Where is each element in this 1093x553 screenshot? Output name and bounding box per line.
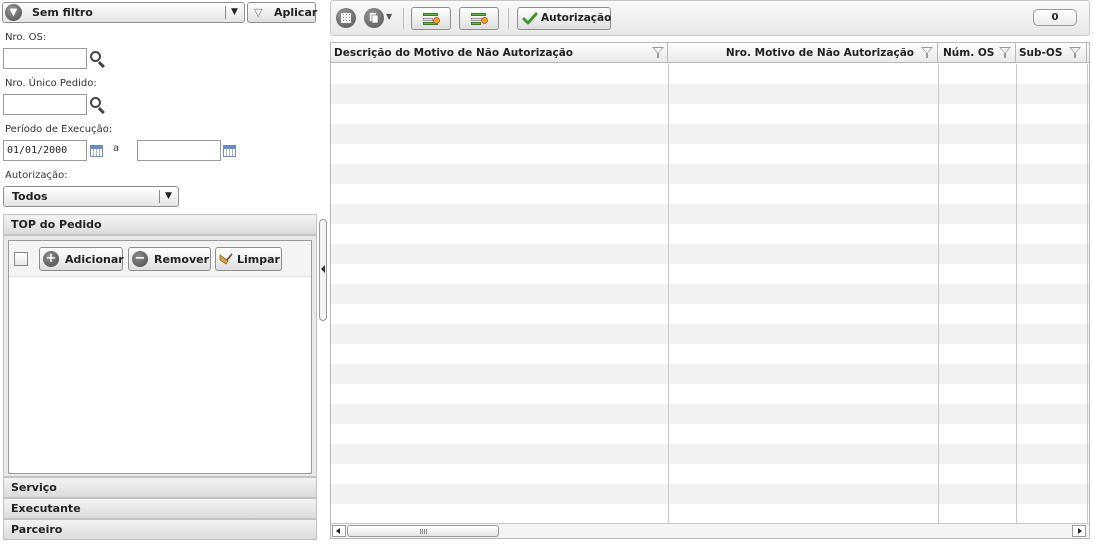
periodo-separator: a — [113, 143, 120, 154]
column-header-label: Nro. Motivo de Não Autorização — [725, 47, 914, 59]
column-filter-icon[interactable] — [652, 47, 664, 59]
column-header-descricao[interactable]: Descrição do Motivo de Não Autorização — [331, 43, 668, 63]
scroll-left-arrow[interactable] — [332, 525, 346, 537]
autorizacao-button[interactable]: Autorização — [517, 7, 611, 30]
add-button[interactable]: + Adicionar — [39, 247, 124, 271]
columns-config-button[interactable] — [411, 7, 451, 30]
select-divider — [225, 6, 226, 19]
column-header-label: Núm. OS — [943, 47, 995, 59]
grid-body — [331, 64, 1089, 524]
data-grid: Descrição do Motivo de Não Autorização N… — [330, 42, 1090, 539]
filter-funnel-icon: ▼ — [5, 4, 22, 21]
search-icon[interactable] — [89, 96, 107, 115]
select-divider — [159, 190, 160, 203]
collapse-left-icon — [321, 265, 325, 273]
toolbar-divider — [508, 8, 509, 29]
section-parceiro[interactable]: Parceiro — [3, 519, 317, 540]
toolbar-divider — [403, 8, 404, 29]
copy-icon[interactable] — [364, 8, 384, 28]
main-toolbar: ▼ Autorização 0 — [330, 0, 1090, 36]
section-servico[interactable]: Serviço — [3, 477, 317, 498]
layout-config-icon — [471, 13, 488, 25]
funnel-icon: ▽ — [254, 6, 263, 19]
column-header-label: Descrição do Motivo de Não Autorização — [334, 47, 574, 59]
apply-filter-button[interactable]: ▽ Aplicar — [247, 2, 318, 23]
broom-icon — [219, 252, 233, 266]
filter-select[interactable]: ▼ Sem filtro ▼ — [2, 2, 245, 23]
scrollbar-thumb[interactable] — [347, 525, 499, 537]
column-header-nro-motivo[interactable]: Nro. Motivo de Não Autorização — [668, 43, 938, 63]
column-divider — [938, 64, 939, 524]
column-filter-icon[interactable] — [1069, 47, 1081, 59]
horizontal-scrollbar[interactable] — [331, 523, 1089, 538]
plus-icon: + — [43, 251, 59, 267]
record-count-badge: 0 — [1033, 9, 1077, 26]
add-button-label: Adicionar — [65, 253, 124, 266]
calendar-icon[interactable] — [223, 145, 236, 157]
top-pedido-panel: + Adicionar − Remover Limpar — [3, 235, 317, 477]
search-icon[interactable] — [89, 50, 107, 69]
select-all-checkbox[interactable] — [14, 252, 28, 266]
grid-view-icon[interactable] — [336, 8, 356, 28]
layout-config-button[interactable] — [459, 7, 499, 30]
autorizacao-select-value: Todos — [12, 190, 48, 203]
check-icon — [522, 11, 538, 27]
nro-os-label: Nro. OS: — [5, 32, 47, 43]
scroll-right-arrow[interactable] — [1072, 525, 1086, 537]
nro-pedido-label: Nro. Único Pedido: — [5, 78, 97, 89]
periodo-fim-input[interactable] — [137, 140, 221, 161]
autorizacao-button-label: Autorização — [541, 12, 612, 24]
periodo-inicio-input[interactable]: 01/01/2000 — [3, 140, 87, 161]
column-divider — [668, 64, 669, 524]
column-header-sub-os[interactable]: Sub-OS — [1016, 43, 1087, 63]
calendar-icon[interactable] — [90, 145, 103, 157]
column-header-label: Sub-OS — [1019, 47, 1063, 59]
column-divider — [1016, 64, 1017, 524]
minus-icon: − — [132, 251, 148, 267]
grid-header: Descrição do Motivo de Não Autorização N… — [331, 43, 1089, 63]
nro-os-input[interactable] — [3, 48, 87, 69]
remove-button-label: Remover — [154, 253, 210, 266]
column-header-num-os[interactable]: Núm. OS — [938, 43, 1016, 63]
apply-filter-label: Aplicar — [274, 6, 318, 19]
chevron-down-icon: ▼ — [231, 7, 238, 17]
chevron-down-icon[interactable]: ▼ — [386, 12, 392, 21]
column-filter-icon[interactable] — [921, 47, 933, 59]
remove-button[interactable]: − Remover — [128, 247, 211, 271]
column-divider — [1087, 64, 1088, 524]
top-pedido-header[interactable]: TOP do Pedido — [3, 214, 317, 235]
column-config-icon — [423, 13, 440, 25]
top-pedido-list: + Adicionar − Remover Limpar — [8, 240, 312, 474]
nro-pedido-input[interactable] — [3, 94, 87, 115]
filter-select-value: Sem filtro — [32, 6, 93, 19]
panel-splitter[interactable] — [319, 219, 327, 321]
column-filter-icon[interactable] — [999, 47, 1011, 59]
clear-button-label: Limpar — [237, 253, 280, 266]
autorizacao-select[interactable]: Todos ▼ — [3, 186, 179, 207]
section-executante[interactable]: Executante — [3, 498, 317, 519]
periodo-label: Período de Execução: — [5, 124, 113, 135]
autorizacao-label: Autorização: — [5, 170, 68, 181]
top-pedido-toolbar: + Adicionar − Remover Limpar — [9, 241, 311, 277]
clear-button[interactable]: Limpar — [215, 247, 282, 271]
chevron-down-icon: ▼ — [165, 191, 172, 201]
